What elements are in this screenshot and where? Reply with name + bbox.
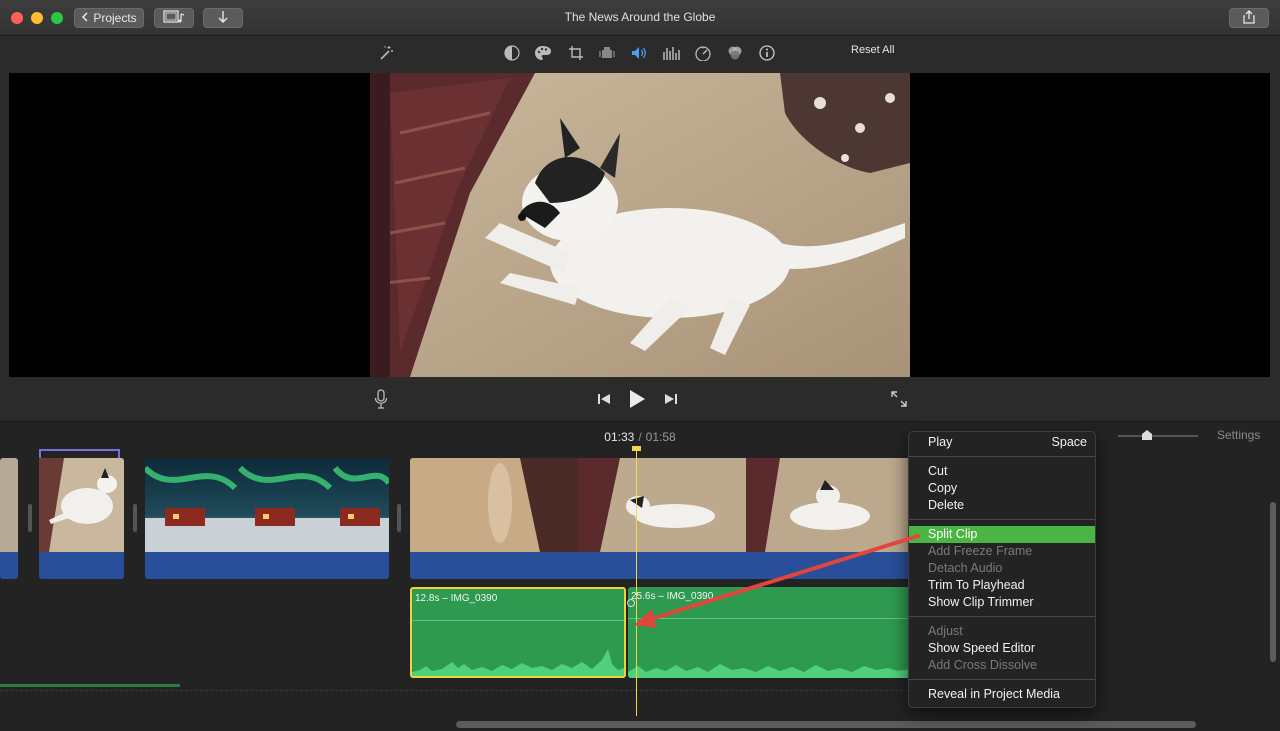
- menu-item-label: Detach Audio: [928, 561, 1003, 575]
- menu-item-detach-audio: Detach Audio: [909, 560, 1095, 577]
- menu-item-add-freeze-frame: Add Freeze Frame: [909, 543, 1095, 560]
- playback-controls: [0, 380, 1280, 418]
- menu-separator: [909, 519, 1095, 520]
- menu-item-label: Trim To Playhead: [928, 578, 1025, 592]
- menu-item-show-speed-editor[interactable]: Show Speed Editor: [909, 640, 1095, 657]
- audio-clip-selected[interactable]: 12.8s – IMG_0390: [410, 587, 626, 678]
- audio-clip-label: 12.8s – IMG_0390: [415, 593, 498, 604]
- color-balance-icon[interactable]: [502, 43, 522, 63]
- menu-item-trim-to-playhead[interactable]: Trim To Playhead: [909, 577, 1095, 594]
- menu-item-copy[interactable]: Copy: [909, 480, 1095, 497]
- audio-clip-label: 25.6s – IMG_0390: [631, 591, 714, 602]
- transition-marker[interactable]: [28, 504, 32, 532]
- menu-item-label: Cut: [928, 464, 948, 478]
- viewer-toolbar: Reset All: [0, 36, 1280, 70]
- menu-item-label: Show Speed Editor: [928, 641, 1036, 655]
- microphone-icon[interactable]: [370, 388, 392, 410]
- menu-separator: [909, 616, 1095, 617]
- menu-separator: [909, 456, 1095, 457]
- total-time: 01:58: [645, 430, 676, 444]
- menu-item-add-cross-dissolve: Add Cross Dissolve: [909, 657, 1095, 674]
- menu-item-delete[interactable]: Delete: [909, 497, 1095, 514]
- current-time: 01:33: [604, 430, 635, 444]
- menu-item-cut[interactable]: Cut: [909, 463, 1095, 480]
- equalizer-icon[interactable]: [661, 43, 681, 63]
- menu-item-label: Delete: [928, 498, 965, 512]
- volume-icon[interactable]: [629, 43, 649, 63]
- menu-item-shortcut: Space: [1051, 435, 1087, 449]
- menu-item-label: Copy: [928, 481, 958, 495]
- timeline-settings-button[interactable]: Settings: [1217, 428, 1260, 442]
- menu-item-label: Split Clip: [928, 527, 978, 541]
- menu-item-show-clip-trimmer[interactable]: Show Clip Trimmer: [909, 594, 1095, 611]
- menu-item-label: Add Freeze Frame: [928, 544, 1033, 558]
- background-audio-track[interactable]: [0, 684, 180, 687]
- timecode-separator: /: [638, 430, 642, 444]
- video-clip[interactable]: [0, 458, 18, 579]
- fade-handle[interactable]: [627, 599, 635, 607]
- audio-waveform: [628, 664, 910, 678]
- info-icon[interactable]: [757, 43, 777, 63]
- skip-back-icon[interactable]: [593, 388, 615, 410]
- menu-item-label: Show Clip Trimmer: [928, 595, 1034, 609]
- timeline-horizontal-scrollbar[interactable]: [456, 721, 1196, 728]
- timeline-zoom-slider[interactable]: [1118, 435, 1198, 437]
- clip-filter-icon[interactable]: [725, 43, 745, 63]
- menu-item-label: Reveal in Project Media: [928, 687, 1061, 701]
- stabilization-icon[interactable]: [597, 43, 617, 63]
- video-viewer: [9, 73, 1270, 377]
- menu-item-label: Play: [928, 435, 953, 449]
- playhead[interactable]: [636, 448, 637, 716]
- clip-context-menu: Play Space Cut Copy Delete Split Clip Add Free…: [908, 431, 1096, 708]
- timeline-vertical-scrollbar[interactable]: [1270, 502, 1276, 662]
- track-separator: [0, 690, 908, 691]
- reset-all-button[interactable]: Reset All: [851, 44, 894, 56]
- transition-marker[interactable]: [397, 504, 401, 532]
- fullscreen-icon[interactable]: [888, 388, 910, 410]
- speed-icon[interactable]: [693, 43, 713, 63]
- volume-line[interactable]: [628, 618, 910, 619]
- share-button[interactable]: [1229, 8, 1269, 28]
- title-bar: Projects The News Around the Globe: [0, 0, 1280, 36]
- video-clip-img-0390[interactable]: [410, 458, 910, 579]
- menu-item-label: Adjust: [928, 624, 963, 638]
- menu-item-label: Add Cross Dissolve: [928, 658, 1038, 672]
- video-preview-frame: [370, 73, 910, 377]
- audio-clip[interactable]: 25.6s – IMG_0390: [628, 587, 910, 678]
- menu-item-play[interactable]: Play Space: [909, 434, 1095, 451]
- window-title: The News Around the Globe: [564, 10, 716, 24]
- video-clip[interactable]: [39, 458, 124, 579]
- theme-title-marker[interactable]: [39, 449, 120, 458]
- menu-item-split-clip[interactable]: Split Clip: [909, 526, 1095, 543]
- transition-marker[interactable]: [133, 504, 137, 532]
- menu-item-reveal-in-project-media[interactable]: Reveal in Project Media: [909, 686, 1095, 703]
- crop-icon[interactable]: [566, 43, 586, 63]
- volume-line[interactable]: [412, 620, 624, 621]
- menu-separator: [909, 679, 1095, 680]
- color-correction-icon[interactable]: [533, 43, 553, 63]
- play-icon[interactable]: [626, 388, 648, 410]
- video-clip[interactable]: [145, 458, 389, 579]
- menu-item-adjust: Adjust: [909, 623, 1095, 640]
- audio-waveform: [412, 649, 624, 676]
- magic-wand-icon[interactable]: [376, 43, 396, 63]
- share-icon: [1243, 9, 1255, 27]
- skip-forward-icon[interactable]: [660, 388, 682, 410]
